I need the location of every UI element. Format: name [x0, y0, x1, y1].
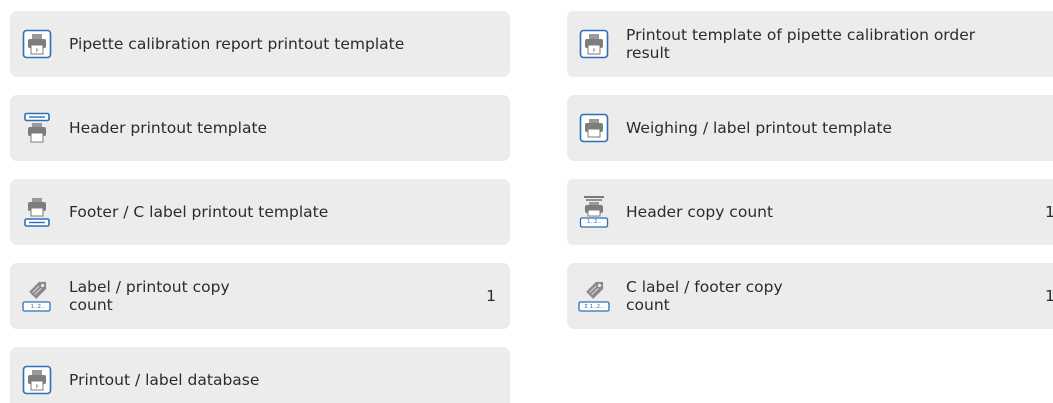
label-copy-count-value: 1: [486, 287, 496, 305]
header-printer-icon: [21, 112, 53, 144]
tile-label: Label / printout copy count: [69, 278, 470, 314]
pipette-printer-icon: P: [21, 28, 53, 60]
header-count-icon: 1..2..: [578, 196, 610, 228]
header-copy-count-value: 1: [1045, 203, 1053, 221]
tile-label-line-1: C label / footer copy: [626, 278, 783, 296]
tile-label: Weighing / label printout template: [626, 119, 893, 137]
label-copy-count-tile[interactable]: 1..2.. Label / printout copy count 1: [10, 263, 510, 329]
c-label-count-icon: Σ 1..2..: [578, 280, 610, 312]
pipette-calibration-order-template-tile[interactable]: P Printout template of pipette calibrati…: [567, 11, 1053, 77]
printer-icon: [578, 112, 610, 144]
footer-c-label-template-tile[interactable]: Footer / C label printout template: [10, 179, 510, 245]
header-copy-count-tile[interactable]: 1..2.. Header copy count 1: [567, 179, 1053, 245]
tile-label-line-2: count: [69, 296, 113, 314]
tile-label-line-2: count: [626, 296, 670, 314]
tile-label-line-1: Label / printout copy: [69, 278, 230, 296]
printout-label-database-tile[interactable]: P Printout / label database: [10, 347, 510, 403]
count-badge-text: 1..2..: [587, 219, 601, 225]
pipette-printer-icon: P: [578, 28, 610, 60]
count-badge-text: 1..2..: [30, 304, 45, 310]
printouts-settings-page: P Pipette calibration report printout te…: [0, 0, 1053, 403]
sum-badge-text: Σ 1..2..: [584, 304, 604, 310]
tile-label: Pipette calibration report printout temp…: [69, 35, 405, 53]
pipette-calibration-report-template-tile[interactable]: P Pipette calibration report printout te…: [10, 11, 510, 77]
tile-label: Footer / C label printout template: [69, 203, 329, 221]
c-label-footer-copy-count-tile[interactable]: Σ 1..2.. C label / footer copy count 1: [567, 263, 1053, 329]
tile-label: Header printout template: [69, 119, 268, 137]
tile-label: Printout / label database: [69, 371, 260, 389]
weighing-label-template-tile[interactable]: Weighing / label printout template: [567, 95, 1053, 161]
label-count-icon: 1..2..: [21, 280, 53, 312]
tile-label: Printout template of pipette calibration…: [626, 26, 976, 62]
tile-label: Header copy count: [626, 203, 774, 221]
footer-printer-icon: [21, 196, 53, 228]
database-printer-icon: P: [21, 364, 53, 396]
svg-text:P: P: [35, 49, 38, 55]
tile-label: C label / footer copy count: [626, 278, 1027, 314]
header-printout-template-tile[interactable]: Header printout template: [10, 95, 510, 161]
svg-text:P: P: [592, 49, 595, 55]
c-label-copy-count-value: 1: [1045, 287, 1053, 305]
svg-text:P: P: [35, 385, 38, 391]
